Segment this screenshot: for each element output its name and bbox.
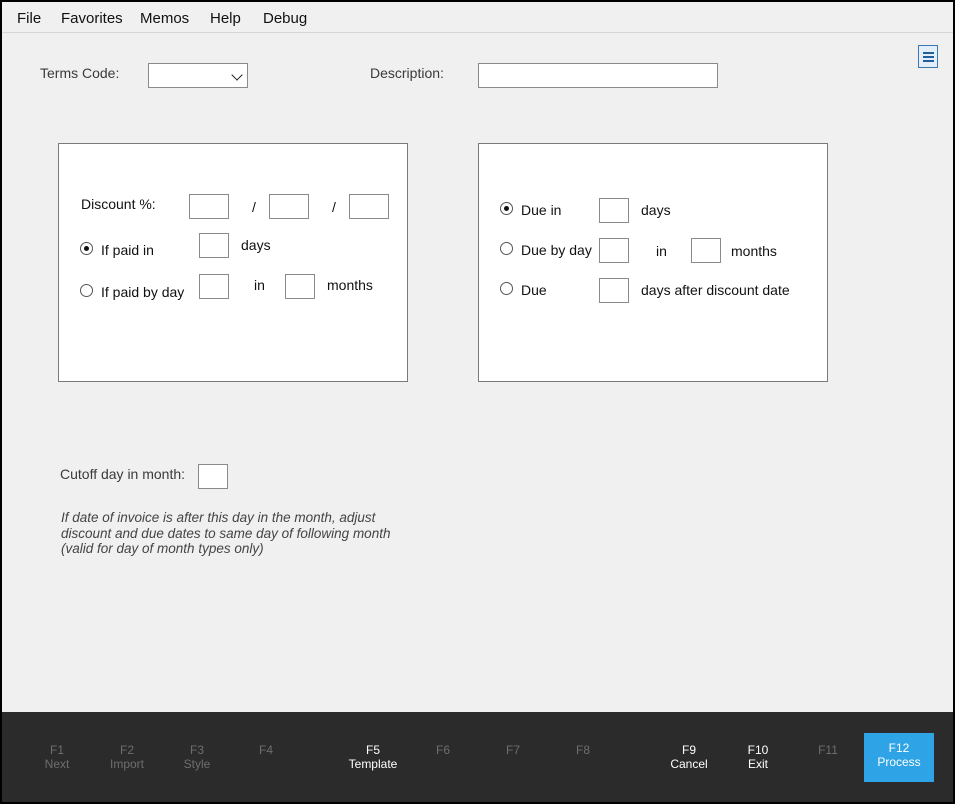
f3-style-button: F3 Style [162, 734, 232, 784]
f7-button: F7 [478, 734, 548, 784]
due-by-day-months-label: months [731, 243, 777, 259]
menu-memos[interactable]: Memos [140, 10, 189, 27]
due-panel [478, 143, 828, 382]
f8-key-label: F8 [575, 743, 590, 757]
f12-key-label: F12 [888, 741, 910, 755]
f5-template-button[interactable]: F5 Template [338, 734, 408, 784]
due-label: Due [521, 282, 547, 298]
due-by-day-label: Due by day [521, 242, 592, 258]
cutoff-note: If date of invoice is after this day in … [61, 510, 391, 556]
due-in-label: Due in [521, 202, 562, 218]
app-window: File Favorites Memos Help Debug Terms Co… [2, 2, 953, 802]
f5-name-label: Template [348, 757, 398, 771]
due-by-day-months-input[interactable] [691, 238, 721, 263]
f11-key-label: F11 [818, 743, 838, 757]
f6-button: F6 [408, 734, 478, 784]
cutoff-day-label: Cutoff day in month: [60, 466, 186, 482]
menu-favorites[interactable]: Favorites [61, 10, 123, 27]
if-paid-by-day-radio[interactable] [80, 284, 93, 297]
due-in-days-input[interactable] [599, 198, 629, 223]
discount-percent-label: Discount %: [81, 196, 156, 212]
due-after-discount-input[interactable] [599, 278, 629, 303]
discount-panel [58, 143, 408, 382]
f12-process-button[interactable]: F12 Process [864, 733, 934, 782]
if-paid-by-day-label: If paid by day [101, 284, 185, 300]
f2-key-label: F2 [119, 743, 134, 757]
if-paid-in-days-input[interactable] [199, 233, 229, 258]
if-paid-by-day-in-label: in [254, 277, 265, 293]
function-key-bar: F1 Next F2 Import F3 Style F4 F5 Template F6… [2, 712, 953, 802]
if-paid-in-radio[interactable] [80, 242, 93, 255]
days-after-discount-label: days after discount date [641, 282, 790, 298]
f3-name-label: Style [183, 757, 211, 771]
menu-help[interactable]: Help [210, 10, 241, 27]
f2-name-label: Import [109, 757, 144, 771]
f1-name-label: Next [44, 757, 70, 771]
f9-cancel-button[interactable]: F9 Cancel [654, 734, 724, 784]
f10-name-label: Exit [747, 757, 768, 771]
due-by-day-input[interactable] [599, 238, 629, 263]
cutoff-day-input[interactable] [198, 464, 228, 489]
f10-exit-button[interactable]: F10 Exit [723, 734, 793, 784]
due-in-days-label: days [641, 202, 671, 218]
terms-code-dropdown[interactable] [148, 63, 248, 88]
f5-key-label: F5 [365, 743, 380, 757]
description-input[interactable] [478, 63, 718, 88]
if-paid-in-days-label: days [241, 237, 271, 253]
due-in-radio[interactable] [500, 202, 513, 215]
discount-percent-2-input[interactable] [269, 194, 309, 219]
terms-code-label: Terms Code: [40, 65, 120, 81]
due-after-discount-radio[interactable] [500, 282, 513, 295]
f4-button: F4 [231, 734, 301, 784]
description-label: Description: [370, 65, 444, 81]
if-paid-by-day-months-input[interactable] [285, 274, 315, 299]
due-by-day-radio[interactable] [500, 242, 513, 255]
f1-next-button: F1 Next [22, 734, 92, 784]
f2-import-button: F2 Import [92, 734, 162, 784]
if-paid-by-day-months-label: months [327, 277, 373, 293]
discount-percent-3-input[interactable] [349, 194, 389, 219]
f11-button: F11 [793, 734, 863, 784]
f9-key-label: F9 [681, 743, 696, 757]
menu-bar: File Favorites Memos Help Debug [2, 2, 953, 33]
due-by-day-in-label: in [656, 243, 667, 259]
f7-key-label: F7 [505, 743, 520, 757]
f9-name-label: Cancel [670, 757, 708, 771]
menu-debug[interactable]: Debug [263, 10, 307, 27]
if-paid-in-label: If paid in [101, 242, 154, 258]
chevron-down-icon [231, 69, 243, 81]
f1-key-label: F1 [49, 743, 64, 757]
menu-file[interactable]: File [17, 10, 41, 27]
hamburger-icon[interactable] [918, 45, 938, 68]
f4-key-label: F4 [258, 743, 273, 757]
discount-separator: / [252, 199, 256, 215]
f10-key-label: F10 [747, 743, 769, 757]
f3-key-label: F3 [189, 743, 204, 757]
discount-percent-1-input[interactable] [189, 194, 229, 219]
discount-separator: / [332, 199, 336, 215]
if-paid-by-day-input[interactable] [199, 274, 229, 299]
f12-name-label: Process [877, 755, 921, 769]
f6-key-label: F6 [435, 743, 450, 757]
f8-button: F8 [548, 734, 618, 784]
